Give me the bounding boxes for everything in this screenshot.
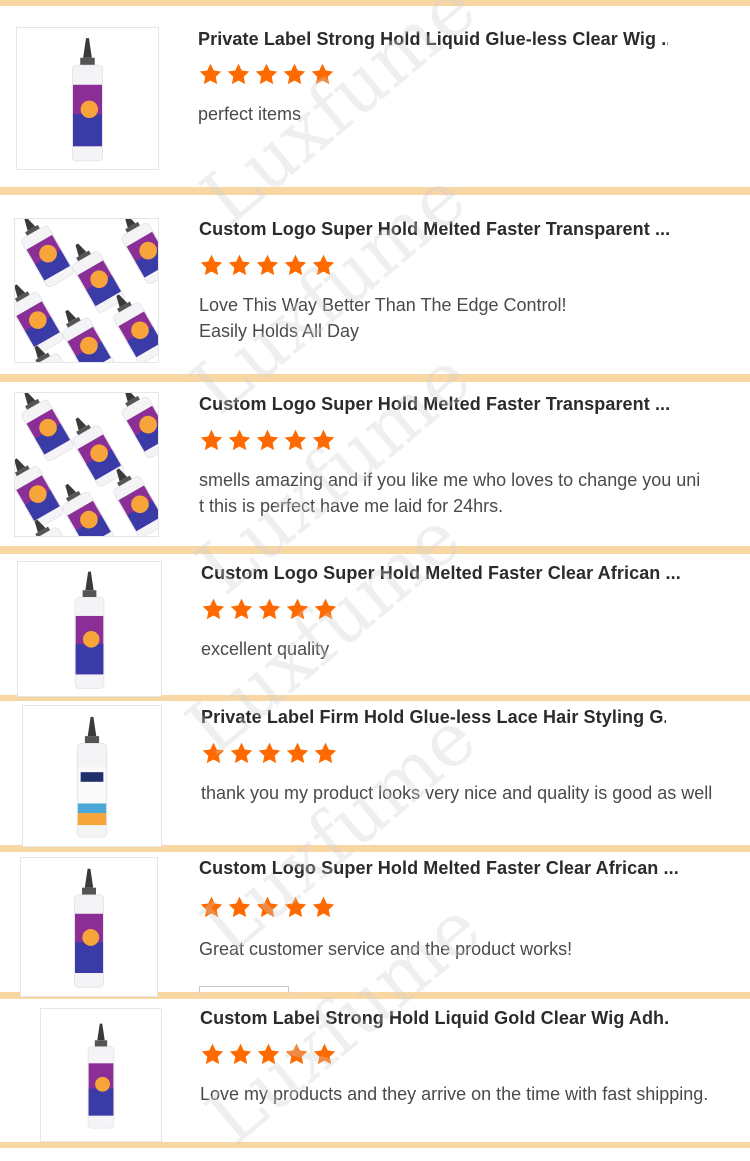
separator [0, 187, 750, 195]
product-title[interactable]: Custom Label Strong Hold Liquid Gold Cle… [200, 1008, 670, 1029]
review-card[interactable]: Custom Logo Super Hold Melted Faster Tra… [0, 195, 750, 374]
star-icon [227, 63, 250, 85]
product-title[interactable]: Custom Logo Super Hold Melted Faster Cle… [199, 858, 699, 879]
star-icon [230, 598, 253, 620]
review-text: Great customer service and the product w… [199, 939, 573, 959]
star-icon [200, 429, 223, 451]
star-icon [283, 63, 306, 85]
product-thumbnail[interactable] [16, 27, 159, 170]
product-thumbnail[interactable] [22, 705, 162, 847]
star-icon [285, 1043, 308, 1065]
review-text: Love my products and they arrive on the … [200, 1084, 709, 1104]
review-card[interactable]: Private Label Firm Hold Glue-less Lace H… [0, 701, 750, 847]
product-thumbnail[interactable] [40, 1008, 162, 1142]
star-icon [199, 63, 222, 85]
product-title[interactable]: Custom Logo Super Hold Melted Faster Tra… [199, 394, 674, 415]
star-icon [284, 896, 307, 918]
product-title[interactable]: Custom Logo Super Hold Melted Faster Cle… [201, 563, 681, 584]
star-rating [199, 428, 336, 453]
single-bottle-icon [74, 571, 105, 689]
star-icon [257, 1043, 280, 1065]
star-icon [286, 742, 309, 764]
product-thumbnail[interactable] [20, 857, 158, 997]
star-rating [199, 895, 336, 920]
review-card[interactable]: Custom Label Strong Hold Liquid Gold Cle… [0, 999, 750, 1142]
product-title[interactable]: Custom Logo Super Hold Melted Faster Tra… [199, 219, 674, 240]
hair-glue-gel-bottle-icon [76, 716, 108, 838]
star-icon [286, 598, 309, 620]
review-card[interactable]: Private Label Strong Hold Liquid Glue-le… [0, 6, 750, 187]
star-icon [200, 896, 223, 918]
review-card[interactable]: Custom Logo Super Hold Melted Faster Cle… [0, 852, 750, 997]
star-icon [314, 598, 337, 620]
review-text: excellent quality [201, 639, 330, 659]
star-icon [202, 742, 225, 764]
star-icon [256, 254, 279, 276]
star-icon [256, 896, 279, 918]
star-icon [312, 254, 335, 276]
separator [0, 1142, 750, 1148]
star-icon [228, 429, 251, 451]
review-card[interactable]: Custom Logo Super Hold Melted Faster Tra… [0, 382, 750, 546]
star-icon [200, 254, 223, 276]
partial-button-outline [199, 986, 289, 993]
star-rating [198, 62, 335, 87]
star-icon [313, 1043, 336, 1065]
star-icon [228, 896, 251, 918]
single-bottle-icon [71, 38, 104, 162]
review-text: thank you my product looks very nice and… [201, 783, 713, 803]
star-icon [284, 254, 307, 276]
product-title[interactable]: Private Label Firm Hold Glue-less Lace H… [201, 707, 666, 728]
star-rating [199, 253, 336, 278]
star-icon [311, 63, 334, 85]
product-thumbnail[interactable] [14, 218, 159, 363]
star-icon [256, 429, 279, 451]
star-rating [201, 741, 338, 766]
star-rating [201, 597, 338, 622]
review-card[interactable]: Custom Logo Super Hold Melted Faster Cle… [0, 554, 750, 697]
star-icon [255, 63, 278, 85]
single-bottle-icon [87, 1023, 115, 1129]
product-thumbnail[interactable] [17, 561, 162, 697]
star-icon [258, 742, 281, 764]
star-icon [312, 896, 335, 918]
star-icon [230, 742, 253, 764]
separator [0, 374, 750, 382]
bottle-pattern-icon [15, 393, 158, 536]
star-icon [284, 429, 307, 451]
star-icon [258, 598, 281, 620]
star-icon [314, 742, 337, 764]
product-thumbnail[interactable] [14, 392, 159, 537]
review-text: perfect items [198, 104, 302, 124]
star-rating [200, 1042, 337, 1067]
star-icon [229, 1043, 252, 1065]
star-icon [202, 598, 225, 620]
star-icon [201, 1043, 224, 1065]
product-title[interactable]: Private Label Strong Hold Liquid Glue-le… [198, 29, 668, 50]
bottle-pattern-icon [15, 219, 158, 362]
star-icon [228, 254, 251, 276]
star-icon [312, 429, 335, 451]
separator [0, 546, 750, 554]
review-text: smells amazing and if you like me who lo… [199, 470, 701, 516]
review-text: Love This Way Better Than The Edge Contr… [199, 295, 567, 341]
single-bottle-icon [74, 868, 104, 988]
